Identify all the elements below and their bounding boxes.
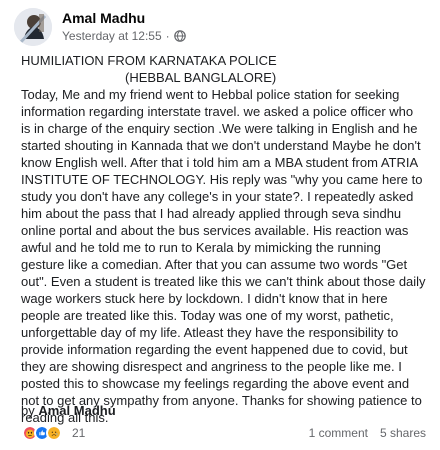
signature-prefix: by [21,403,35,418]
separator-dot: · [165,29,170,43]
signature-name: Amal Madhu [38,403,116,418]
post-meta: Amal Madhu Yesterday at 12:55 · [62,9,186,43]
post-footer: 21 1 comment 5 shares [22,423,426,443]
engagement-summary: 1 comment 5 shares [309,426,426,440]
post-subtitle: (HEBBAL BANGLALORE) [125,70,277,85]
reaction-count[interactable]: 21 [72,426,85,440]
post-meta-line: Yesterday at 12:55 · [62,29,186,43]
share-count[interactable]: 5 shares [380,426,426,440]
post-body: HUMILIATION FROM KARNATAKA POLICE (HEBBA… [21,52,426,426]
reactions-summary[interactable]: 21 [22,425,85,441]
avatar[interactable] [14,8,52,46]
post-header: Amal Madhu Yesterday at 12:55 · [14,8,186,46]
comment-count[interactable]: 1 comment [309,426,368,440]
post-timestamp[interactable]: Yesterday at 12:55 [62,29,162,43]
post-signature: by Amal Madhu [21,402,116,419]
facebook-post: Amal Madhu Yesterday at 12:55 · HUMILIAT… [0,0,440,450]
sad-reaction-icon[interactable] [46,425,62,441]
post-title: HUMILIATION FROM KARNATAKA POLICE [21,53,277,68]
globe-icon [173,30,186,42]
reaction-icon-stack[interactable] [22,425,62,441]
author-name[interactable]: Amal Madhu [62,9,186,27]
profile-photo-icon [14,8,52,46]
post-text: Today, Me and my friend went to Hebbal p… [21,87,426,425]
